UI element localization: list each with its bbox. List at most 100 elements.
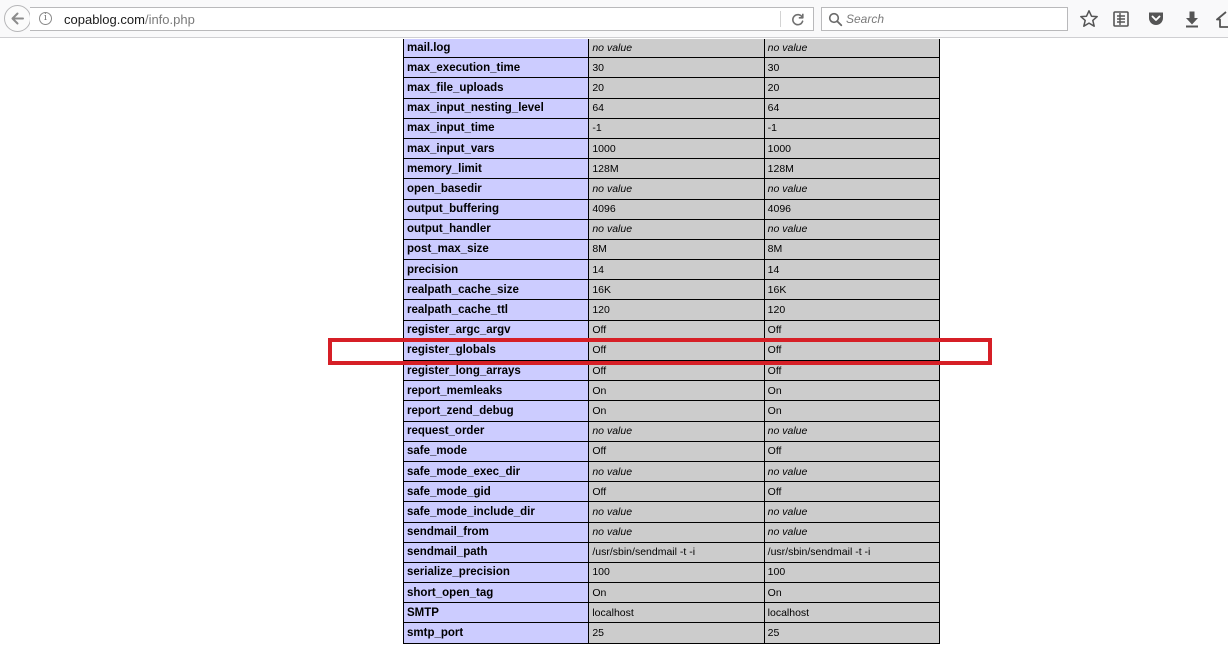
table-row: report_memleaks On On: [402, 380, 941, 402]
directive-name-cell: memory_limit: [402, 158, 590, 180]
master-value-cell: no value: [763, 501, 941, 523]
local-value-cell: 20: [588, 77, 765, 99]
directive-name-cell: serialize_precision: [402, 561, 590, 584]
directive-name-cell: max_input_time: [402, 117, 590, 139]
master-value-cell: no value: [763, 420, 941, 442]
downloads-icon[interactable]: [1182, 9, 1202, 29]
table-row: output_buffering 4096 4096: [402, 198, 941, 220]
directive-name-cell: realpath_cache_size: [402, 279, 590, 301]
table-row: register_argc_argv Off Off: [402, 319, 941, 341]
directive-name-cell: mail.log: [402, 39, 590, 59]
master-value-cell: 20: [763, 77, 941, 99]
table-row: max_input_vars 1000 1000: [402, 137, 941, 160]
local-value-cell: no value: [588, 521, 765, 543]
local-value-cell: Off: [588, 359, 765, 382]
home-icon[interactable]: [1216, 9, 1228, 29]
table-row: post_max_size 8M 8M: [402, 238, 941, 261]
local-value-cell: 14: [588, 259, 765, 281]
table-row: open_basedir no value no value: [402, 178, 941, 200]
local-value-cell: Off: [588, 339, 765, 362]
table-row: max_input_time -1 -1: [402, 117, 941, 139]
table-row: smtp_port 25 25: [402, 622, 941, 644]
directive-name-cell: output_handler: [402, 218, 590, 240]
table-row: request_order no value no value: [402, 420, 941, 442]
bookmark-star-icon[interactable]: [1079, 9, 1099, 29]
local-value-cell: localhost: [588, 602, 765, 624]
directive-name-cell: safe_mode: [402, 440, 590, 462]
search-icon: [828, 12, 843, 27]
table-row: safe_mode Off Off: [402, 440, 941, 462]
directive-name-cell: safe_mode_gid: [402, 481, 590, 503]
table-row: sendmail_path/usr/sbin/sendmail -t -i/us…: [402, 541, 941, 563]
master-value-cell: 64: [763, 97, 941, 119]
directive-name-cell: realpath_cache_ttl: [402, 299, 590, 321]
master-value-cell: localhost: [763, 602, 941, 624]
table-row: register_globals Off Off: [402, 339, 941, 362]
table-row: output_handler no value no value: [402, 218, 941, 240]
directive-name-cell: smtp_port: [402, 622, 590, 644]
directive-name-cell: register_argc_argv: [402, 319, 590, 341]
local-value-cell: 128M: [588, 158, 765, 180]
local-value-cell: Off: [588, 319, 765, 341]
reload-icon[interactable]: [790, 12, 805, 27]
back-button[interactable]: [4, 5, 31, 32]
local-value-cell: 25: [588, 622, 765, 644]
local-value-cell: Off: [588, 440, 765, 462]
pocket-icon[interactable]: [1146, 9, 1166, 29]
master-value-cell: 14: [763, 259, 941, 281]
local-value-cell: 8M: [588, 238, 765, 261]
directive-name-cell: SMTP: [402, 602, 590, 624]
directive-name-cell: open_basedir: [402, 178, 590, 200]
directive-name-cell: sendmail_path: [402, 541, 590, 563]
master-value-cell: 8M: [763, 238, 941, 261]
master-value-cell: On: [763, 380, 941, 402]
local-value-cell: no value: [588, 460, 765, 483]
local-value-cell: 120: [588, 299, 765, 321]
table-row: register_long_arrays Off Off: [402, 359, 941, 382]
back-arrow-icon: [11, 12, 24, 25]
master-value-cell: -1: [763, 117, 941, 139]
table-row: serialize_precision 100 100: [402, 561, 941, 584]
master-value-cell: Off: [763, 440, 941, 462]
local-value-cell: -1: [588, 117, 765, 139]
table-row: realpath_cache_size 16K 16K: [402, 279, 941, 301]
directive-name-cell: max_execution_time: [402, 57, 590, 79]
master-value-cell: no value: [763, 521, 941, 543]
directive-name-cell: request_order: [402, 420, 590, 442]
directive-name-cell: sendmail_from: [402, 521, 590, 543]
local-value-cell: Off: [588, 481, 765, 503]
url-domain: copablog.com: [64, 12, 145, 27]
reading-list-icon[interactable]: [1111, 9, 1131, 29]
master-value-cell: On: [763, 400, 941, 422]
url-bar[interactable]: i copablog.com/info.php: [30, 7, 814, 31]
url-divider: [780, 11, 781, 27]
url-text[interactable]: copablog.com/info.php: [64, 12, 195, 27]
site-info-icon[interactable]: i: [39, 12, 52, 25]
table-row: precision 14 14: [402, 259, 941, 281]
directive-name-cell: report_memleaks: [402, 380, 590, 402]
directive-name-cell: max_file_uploads: [402, 77, 590, 99]
table-row: safe_mode_gid Off Off: [402, 481, 941, 503]
master-value-cell: Off: [763, 359, 941, 382]
local-value-cell: no value: [588, 501, 765, 523]
php-directives-table: mail.log no value no value max_execution_ti…: [402, 39, 941, 644]
search-input[interactable]: [846, 10, 1061, 28]
master-value-cell: Off: [763, 339, 941, 362]
table-row: report_zend_debug On On: [402, 400, 941, 422]
directive-name-cell: output_buffering: [402, 198, 590, 220]
search-bar[interactable]: [821, 7, 1068, 31]
table-row: mail.log no value no value: [402, 39, 941, 59]
directive-name-cell: precision: [402, 259, 590, 281]
master-value-cell: no value: [763, 178, 941, 200]
master-value-cell: 1000: [763, 137, 941, 160]
master-value-cell: Off: [763, 319, 941, 341]
table-row: realpath_cache_ttl 120 120: [402, 299, 941, 321]
master-value-cell: 4096: [763, 198, 941, 220]
master-value-cell: 128M: [763, 158, 941, 180]
page-content: mail.log no value no value max_execution_ti…: [0, 39, 1228, 647]
local-value-cell: no value: [588, 178, 765, 200]
directive-name-cell: register_long_arrays: [402, 359, 590, 382]
directive-name-cell: report_zend_debug: [402, 400, 590, 422]
table-row: safe_mode_exec_dir no value no value: [402, 460, 941, 483]
master-value-cell: no value: [763, 460, 941, 483]
